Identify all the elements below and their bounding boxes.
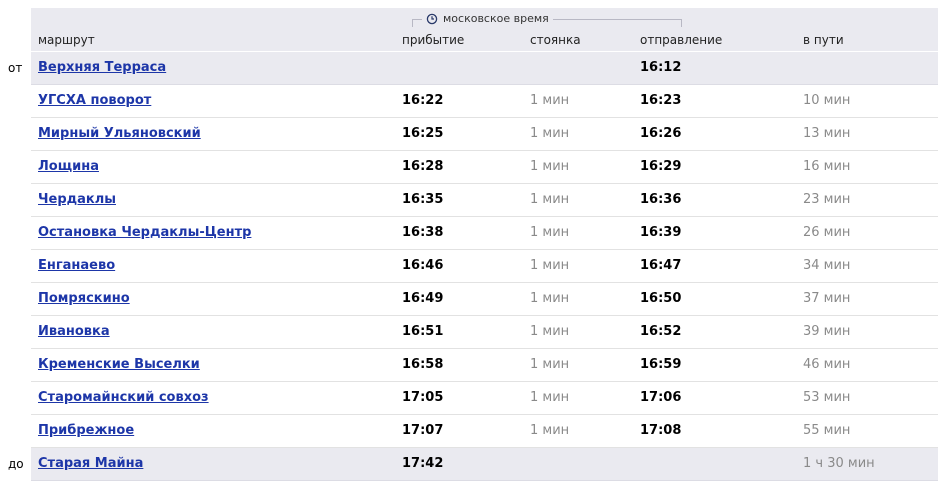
- column-header-departure: отправление: [640, 33, 723, 47]
- timezone-text: московское время: [443, 12, 549, 25]
- departure-time: 16:29: [640, 159, 682, 174]
- departure-time: 16:12: [640, 60, 682, 75]
- column-header-travel: в пути: [803, 33, 844, 47]
- table-row: Ивановка 16:51 1 мин 16:52 39 мин: [31, 316, 938, 349]
- stop-duration: 1 мин: [530, 192, 570, 207]
- table-row: Помряскино 16:49 1 мин 16:50 37 мин: [31, 283, 938, 316]
- stop-duration: 1 мин: [530, 357, 570, 372]
- table-row: УГСХА поворот 16:22 1 мин 16:23 10 мин: [31, 85, 938, 118]
- departure-time: 17:06: [640, 390, 682, 405]
- stop-duration: 1 мин: [530, 324, 570, 339]
- travel-time: 34 мин: [803, 258, 851, 273]
- departure-time: 16:26: [640, 126, 682, 141]
- arrival-time: 16:22: [402, 93, 444, 108]
- departure-time: 16:50: [640, 291, 682, 306]
- travel-time: 23 мин: [803, 192, 851, 207]
- table-row: Кременские Выселки 16:58 1 мин 16:59 46 мин: [31, 349, 938, 382]
- arrival-time: 16:46: [402, 258, 444, 273]
- arrival-time: 17:42: [402, 456, 444, 471]
- stop-duration: 1 мин: [530, 159, 570, 174]
- travel-time: 37 мин: [803, 291, 851, 306]
- clock-icon: [426, 13, 438, 24]
- station-link[interactable]: Старомайнский совхоз: [38, 382, 209, 414]
- station-link[interactable]: Помряскино: [38, 283, 130, 315]
- stop-duration: 1 мин: [530, 126, 570, 141]
- stop-duration: 1 мин: [530, 93, 570, 108]
- travel-time: 13 мин: [803, 126, 851, 141]
- station-link[interactable]: Кременские Выселки: [38, 349, 200, 381]
- table-row: Прибрежное 17:07 1 мин 17:08 55 мин: [31, 415, 938, 448]
- arrival-time: 17:05: [402, 390, 444, 405]
- departure-time: 16:36: [640, 192, 682, 207]
- departure-time: 16:39: [640, 225, 682, 240]
- departure-time: 16:59: [640, 357, 682, 372]
- travel-time: 26 мин: [803, 225, 851, 240]
- table-row: Старомайнский совхоз 17:05 1 мин 17:06 53 ми…: [31, 382, 938, 415]
- timezone-label: московское время: [422, 12, 553, 25]
- station-link[interactable]: Енганаево: [38, 250, 115, 282]
- arrival-time: 16:58: [402, 357, 444, 372]
- stop-duration: 1 мин: [530, 225, 570, 240]
- station-link[interactable]: УГСХА поворот: [38, 85, 151, 117]
- arrival-time: 16:35: [402, 192, 444, 207]
- travel-time: 39 мин: [803, 324, 851, 339]
- table-row: Чердаклы 16:35 1 мин 16:36 23 мин: [31, 184, 938, 217]
- arrival-time: 16:49: [402, 291, 444, 306]
- table-row: Верхняя Терраса 16:12: [31, 52, 938, 85]
- arrival-time: 16:51: [402, 324, 444, 339]
- travel-time: 1 ч 30 мин: [803, 456, 875, 471]
- from-label: от: [8, 61, 23, 75]
- table-row: Остановка Чердаклы-Центр 16:38 1 мин 16:39 2…: [31, 217, 938, 250]
- arrival-time: 16:25: [402, 126, 444, 141]
- departure-time: 16:52: [640, 324, 682, 339]
- table-row: Мирный Ульяновский 16:25 1 мин 16:26 13 мин: [31, 118, 938, 151]
- arrival-time: 17:07: [402, 423, 444, 438]
- column-header-arrival: прибытие: [402, 33, 465, 47]
- to-label: до: [8, 457, 24, 471]
- travel-time: 16 мин: [803, 159, 851, 174]
- station-link[interactable]: Ивановка: [38, 316, 110, 348]
- arrival-time: 16:28: [402, 159, 444, 174]
- station-link[interactable]: Чердаклы: [38, 184, 116, 216]
- column-header-route: маршрут: [38, 33, 95, 47]
- stop-duration: 1 мин: [530, 258, 570, 273]
- table-row: Лощина 16:28 1 мин 16:29 16 мин: [31, 151, 938, 184]
- stop-duration: 1 мин: [530, 390, 570, 405]
- column-header-stop: стоянка: [530, 33, 581, 47]
- arrival-time: 16:38: [402, 225, 444, 240]
- station-link[interactable]: Старая Майна: [38, 448, 143, 480]
- table-row: Енганаево 16:46 1 мин 16:47 34 мин: [31, 250, 938, 283]
- station-link[interactable]: Мирный Ульяновский: [38, 118, 201, 150]
- table-row: Старая Майна 17:42 1 ч 30 мин: [31, 448, 938, 481]
- departure-time: 17:08: [640, 423, 682, 438]
- station-link[interactable]: Лощина: [38, 151, 99, 183]
- station-link[interactable]: Верхняя Терраса: [38, 52, 166, 84]
- station-link[interactable]: Остановка Чердаклы-Центр: [38, 217, 251, 249]
- travel-time: 55 мин: [803, 423, 851, 438]
- travel-time: 10 мин: [803, 93, 851, 108]
- departure-time: 16:23: [640, 93, 682, 108]
- departure-time: 16:47: [640, 258, 682, 273]
- travel-time: 53 мин: [803, 390, 851, 405]
- station-link[interactable]: Прибрежное: [38, 415, 134, 447]
- stop-duration: 1 мин: [530, 291, 570, 306]
- travel-time: 46 мин: [803, 357, 851, 372]
- stop-duration: 1 мин: [530, 423, 570, 438]
